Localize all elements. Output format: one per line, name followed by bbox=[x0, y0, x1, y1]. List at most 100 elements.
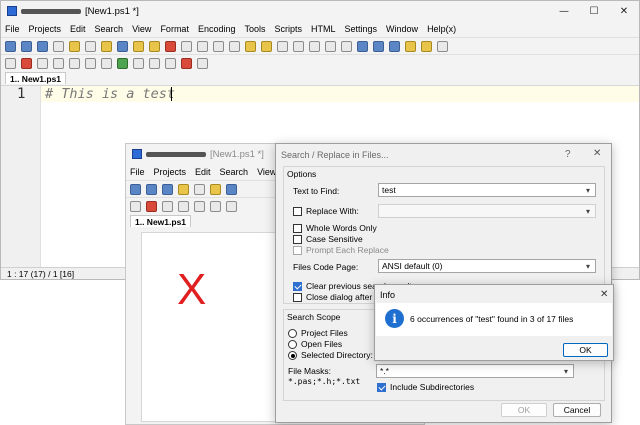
find-ok-button[interactable]: OK bbox=[501, 403, 547, 417]
color-palette-icon[interactable] bbox=[146, 200, 157, 212]
menu-settings[interactable]: Settings bbox=[345, 24, 378, 34]
list-icon[interactable] bbox=[130, 200, 141, 212]
maximize-button[interactable]: ☐ bbox=[579, 6, 609, 17]
clear-results-checkbox[interactable] bbox=[293, 281, 305, 292]
selected-directory-radio[interactable] bbox=[288, 350, 300, 361]
redo-icon[interactable] bbox=[261, 40, 272, 52]
menu-window[interactable]: Window bbox=[386, 24, 418, 34]
open-folder-icon[interactable] bbox=[210, 183, 221, 195]
indent-icon[interactable] bbox=[373, 40, 384, 52]
funnel-icon[interactable] bbox=[226, 200, 237, 212]
clip-template-icon[interactable] bbox=[162, 200, 173, 212]
chevron-down-icon[interactable]: ▾ bbox=[581, 262, 595, 271]
menu-help[interactable]: Help(x) bbox=[427, 24, 456, 34]
new-window-icon[interactable] bbox=[85, 40, 96, 52]
paste-icon[interactable] bbox=[309, 40, 320, 52]
replace-with-combo[interactable]: ▾ bbox=[378, 204, 596, 218]
charmap-icon[interactable] bbox=[69, 57, 80, 69]
text-to-find-combo[interactable]: test ▾ bbox=[378, 183, 596, 197]
google-icon[interactable] bbox=[117, 57, 128, 69]
menu-edit[interactable]: Edit bbox=[195, 167, 211, 177]
open-folder-icon[interactable] bbox=[101, 40, 112, 52]
replace-with-checkbox[interactable] bbox=[293, 206, 305, 217]
project-files-radio[interactable] bbox=[288, 328, 300, 339]
templates-icon[interactable] bbox=[37, 40, 48, 52]
menu-projects[interactable]: Projects bbox=[154, 167, 187, 177]
open-project-icon[interactable] bbox=[69, 40, 80, 52]
script-icon[interactable] bbox=[149, 57, 160, 69]
second-editor-area[interactable]: X bbox=[141, 232, 276, 422]
new-file-icon[interactable] bbox=[5, 40, 16, 52]
info-ok-button[interactable]: OK bbox=[563, 343, 608, 357]
open-project-icon[interactable] bbox=[178, 183, 189, 195]
open-files-radio[interactable] bbox=[288, 339, 300, 350]
charmap-icon[interactable] bbox=[194, 200, 205, 212]
clip-icon[interactable] bbox=[53, 40, 64, 52]
lock-icon[interactable] bbox=[405, 40, 416, 52]
html-icon[interactable] bbox=[197, 40, 208, 52]
menu-search[interactable]: Search bbox=[220, 167, 249, 177]
new-project-icon[interactable] bbox=[146, 183, 157, 195]
clip-template-icon[interactable] bbox=[37, 57, 48, 69]
funnel-icon[interactable] bbox=[101, 57, 112, 69]
code-line[interactable]: # This is a test bbox=[45, 86, 175, 102]
strip-icon[interactable] bbox=[53, 57, 64, 69]
list-icon[interactable] bbox=[5, 57, 16, 69]
close-dialog-checkbox[interactable] bbox=[293, 292, 305, 303]
tag-icon[interactable] bbox=[165, 40, 176, 52]
tool-icon[interactable] bbox=[149, 40, 160, 52]
nav-arrows-icon[interactable] bbox=[437, 40, 448, 52]
tab-new1[interactable]: 1.. New1.ps1 bbox=[130, 215, 192, 227]
new-window-icon[interactable] bbox=[194, 183, 205, 195]
include-subdirs-checkbox[interactable] bbox=[377, 382, 389, 393]
copy-icon[interactable] bbox=[293, 40, 304, 52]
strip-icon[interactable] bbox=[178, 200, 189, 212]
case-sensitive-checkbox[interactable] bbox=[293, 234, 305, 245]
color-palette-icon[interactable] bbox=[21, 57, 32, 69]
pilcrow-icon[interactable] bbox=[341, 40, 352, 52]
files-code-page-combo[interactable]: ANSI default (0) ▾ bbox=[378, 259, 596, 273]
menu-encoding[interactable]: Encoding bbox=[198, 24, 236, 34]
delete-icon[interactable] bbox=[325, 40, 336, 52]
menu-edit[interactable]: Edit bbox=[70, 24, 86, 34]
chevron-down-icon[interactable]: ▾ bbox=[581, 186, 595, 195]
chevron-down-icon[interactable]: ▾ bbox=[559, 367, 573, 376]
find-cancel-button[interactable]: Cancel bbox=[553, 403, 601, 417]
filter-icon[interactable] bbox=[85, 57, 96, 69]
info-close-button[interactable]: ✕ bbox=[600, 289, 608, 300]
menu-scripts[interactable]: Scripts bbox=[275, 24, 303, 34]
save-icon[interactable] bbox=[226, 183, 237, 195]
play-macro-icon[interactable] bbox=[197, 57, 208, 69]
menu-tools[interactable]: Tools bbox=[244, 24, 265, 34]
menu-view[interactable]: View bbox=[257, 167, 276, 177]
whole-words-checkbox[interactable] bbox=[293, 223, 305, 234]
cut-icon[interactable] bbox=[277, 40, 288, 52]
save-icon[interactable] bbox=[117, 40, 128, 52]
close-button[interactable]: ✕ bbox=[609, 6, 639, 17]
menu-projects[interactable]: Projects bbox=[29, 24, 62, 34]
menu-file[interactable]: File bbox=[130, 167, 145, 177]
minimize-button[interactable]: — bbox=[549, 6, 579, 17]
menu-file[interactable]: File bbox=[5, 24, 20, 34]
new-file-icon[interactable] bbox=[130, 183, 141, 195]
binoculars-icon[interactable] bbox=[181, 40, 192, 52]
help-button[interactable]: ? bbox=[565, 149, 571, 160]
find-dialog-close-button[interactable]: ✕ bbox=[593, 148, 601, 159]
tab-new1[interactable]: 1.. New1.ps1 bbox=[5, 72, 67, 84]
sync-icon[interactable] bbox=[421, 40, 432, 52]
save-all-icon[interactable] bbox=[133, 40, 144, 52]
templates-icon[interactable] bbox=[162, 183, 173, 195]
chevron-down-icon[interactable]: ▾ bbox=[581, 207, 595, 216]
filter-icon[interactable] bbox=[210, 200, 221, 212]
menu-html[interactable]: HTML bbox=[311, 24, 336, 34]
word-wrap-icon[interactable] bbox=[357, 40, 368, 52]
ruler-icon[interactable] bbox=[389, 40, 400, 52]
file-masks-combo[interactable]: *.* ▾ bbox=[376, 364, 574, 378]
find-icon[interactable] bbox=[213, 40, 224, 52]
print-icon[interactable] bbox=[229, 40, 240, 52]
menu-format[interactable]: Format bbox=[160, 24, 189, 34]
terminal-icon[interactable] bbox=[133, 57, 144, 69]
undo-icon[interactable] bbox=[245, 40, 256, 52]
menu-view[interactable]: View bbox=[132, 24, 151, 34]
record-macro-icon[interactable] bbox=[181, 57, 192, 69]
